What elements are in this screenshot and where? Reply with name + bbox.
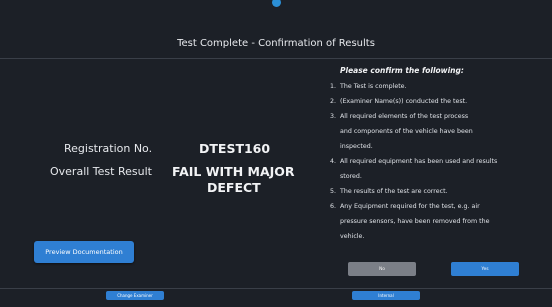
yes-button[interactable]: Yes: [451, 262, 519, 276]
confirmation-heading: Please confirm the following:: [340, 66, 464, 75]
status-indicator-dot: [272, 0, 281, 7]
result-label: Overall Test Result: [50, 165, 152, 178]
registration-value: DTEST160: [199, 141, 271, 156]
result-value-line2: DEFECT: [207, 180, 261, 195]
result-value-line1: FAIL WITH MAJOR: [172, 164, 295, 179]
footer-divider: [0, 288, 552, 289]
preview-documentation-button[interactable]: Preview Documentation: [34, 241, 134, 263]
registration-label: Registration No.: [64, 142, 153, 155]
header-divider: [0, 58, 552, 59]
no-button[interactable]: No: [348, 262, 416, 276]
internal-button[interactable]: Internal: [352, 291, 420, 300]
change-examiner-button[interactable]: Change Examiner: [106, 291, 164, 300]
page-title: Test Complete - Confirmation of Results: [177, 38, 375, 49]
